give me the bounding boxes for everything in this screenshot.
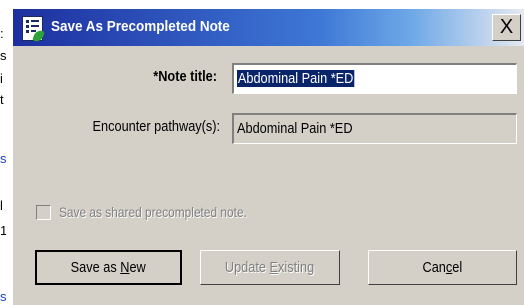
- background-text-fragment: s: [0, 290, 6, 304]
- update-existing-button[interactable]: Update Existing: [200, 250, 340, 285]
- note-title-value: Abdominal Pain *ED: [237, 70, 355, 87]
- background-text-fragment: s: [0, 49, 6, 63]
- background-text-fragment: t: [0, 93, 4, 107]
- encounter-pathway-value: Abdominal Pain *ED: [237, 120, 353, 137]
- save-precompleted-note-dialog: Save As Precompleted Note X *Note title:…: [12, 8, 524, 305]
- shared-note-checkbox-label: Save as shared precompleted note.: [59, 204, 247, 220]
- cancel-button[interactable]: Cancel: [368, 250, 517, 285]
- shared-note-checkbox[interactable]: [36, 205, 51, 220]
- background-text-fragment: l: [0, 199, 3, 213]
- dialog-title: Save As Precompleted Note: [51, 18, 230, 35]
- encounter-pathway-field: Abdominal Pain *ED: [232, 113, 517, 144]
- background-text-fragment: i: [0, 72, 3, 86]
- encounter-pathway-label: Encounter pathway(s):: [92, 118, 220, 135]
- close-icon: X: [499, 16, 514, 38]
- background-text-fragment: :: [0, 27, 4, 41]
- close-button[interactable]: X: [492, 14, 521, 41]
- dialog-title-bar[interactable]: Save As Precompleted Note X: [13, 9, 524, 46]
- background-text-fragment: s: [0, 152, 6, 166]
- note-title-label: *Note title:: [153, 68, 217, 85]
- note-document-icon: [22, 16, 45, 44]
- save-as-new-button[interactable]: Save as New: [35, 250, 182, 285]
- note-title-input[interactable]: Abdominal Pain *ED: [232, 63, 517, 94]
- background-text-fragment: 1: [0, 224, 6, 238]
